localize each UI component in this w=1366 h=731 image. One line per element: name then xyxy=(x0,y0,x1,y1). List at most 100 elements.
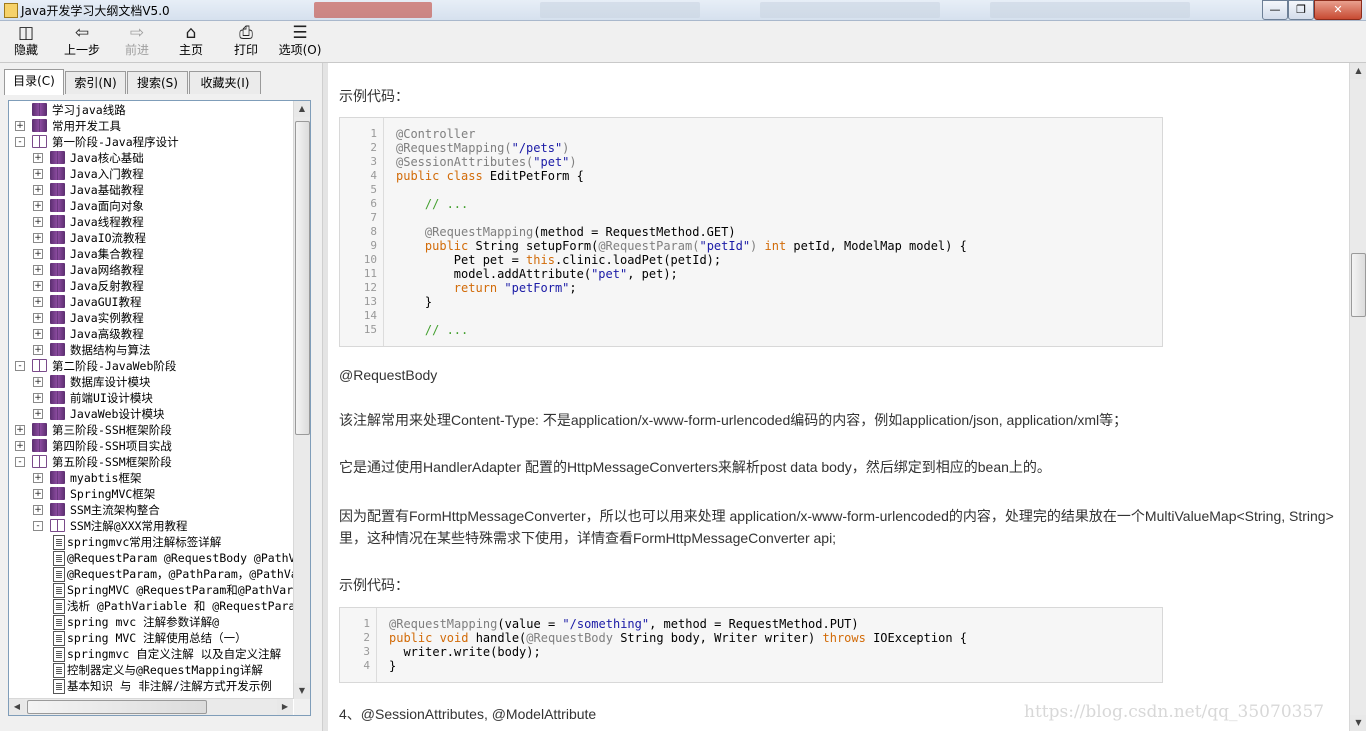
line-number: 4 xyxy=(370,169,377,182)
code-line: model.addAttribute("pet", pet); xyxy=(396,267,678,281)
tab-favorites[interactable]: 收藏夹(I) xyxy=(189,71,261,94)
tree-hscroll-thumb[interactable] xyxy=(27,700,207,714)
tree-item-label: 基本知识 与 非注解/注解方式开发示例 xyxy=(67,679,272,693)
app-icon xyxy=(4,3,18,18)
back-button[interactable]: ⇦ 上一步 xyxy=(57,23,107,61)
print-button[interactable]: ⎙ 打印 xyxy=(222,23,270,61)
code-line: writer.write(body); xyxy=(389,645,541,659)
expand-icon[interactable]: + xyxy=(33,409,43,419)
expand-icon[interactable]: + xyxy=(15,121,25,131)
minimize-button[interactable]: — xyxy=(1262,0,1288,20)
tab-search[interactable]: 搜索(S) xyxy=(127,71,188,94)
tree-item-label: Java高级教程 xyxy=(70,327,144,341)
book-icon xyxy=(50,231,65,244)
expand-icon[interactable]: + xyxy=(15,441,25,451)
page-icon xyxy=(53,679,65,694)
tree-vertical-scrollbar[interactable]: ▲ ▼ xyxy=(293,101,310,699)
expand-icon[interactable]: + xyxy=(33,329,43,339)
forward-button[interactable]: ⇨ 前进 xyxy=(113,23,161,61)
tree-item-label: SSM注解@XXX常用教程 xyxy=(70,519,188,533)
options-button[interactable]: ☰ 选项(O) xyxy=(276,23,324,61)
expand-icon[interactable]: + xyxy=(33,489,43,499)
page-icon xyxy=(53,535,65,550)
book-icon xyxy=(50,295,65,308)
collapse-icon[interactable]: - xyxy=(15,457,25,467)
maximize-button[interactable]: ❐ xyxy=(1288,0,1314,20)
expand-icon[interactable]: + xyxy=(33,169,43,179)
tree-item-label: Java基础教程 xyxy=(70,183,144,197)
expand-icon[interactable]: + xyxy=(33,345,43,355)
book-icon xyxy=(50,375,65,388)
page-icon xyxy=(53,615,65,630)
scroll-right-icon[interactable]: ▶ xyxy=(277,699,293,715)
toolbar: ◫ 隐藏 ⇦ 上一步 ⇨ 前进 ⌂ 主页 ⎙ 打印 ☰ 选项(O) xyxy=(0,21,1366,63)
line-number: 15 xyxy=(363,323,377,336)
line-number: 12 xyxy=(363,281,377,294)
open-book-icon xyxy=(32,359,47,372)
tree-item-label: 常用开发工具 xyxy=(52,119,121,133)
tab-contents[interactable]: 目录(C) xyxy=(4,69,64,95)
code-block: 1 2 3 4 5 6 7 8 9 10 11 12 13 14 15 @Controller @Reques… xyxy=(339,117,1163,347)
book-icon xyxy=(50,247,65,260)
line-number-gutter: 1234 xyxy=(340,608,377,682)
scroll-up-icon[interactable]: ▲ xyxy=(294,101,310,117)
expand-icon[interactable]: + xyxy=(33,185,43,195)
expand-icon[interactable]: + xyxy=(33,153,43,163)
open-book-icon xyxy=(32,455,47,468)
expand-icon[interactable]: + xyxy=(33,297,43,307)
line-number: 1 xyxy=(370,127,377,140)
line-number: 11 xyxy=(363,267,377,280)
book-icon xyxy=(50,183,65,196)
content-vertical-scrollbar[interactable]: ▲ ▼ xyxy=(1349,63,1366,731)
expand-icon[interactable]: + xyxy=(33,313,43,323)
line-number: 3 xyxy=(363,645,370,658)
page-icon xyxy=(53,599,65,614)
expand-icon[interactable]: + xyxy=(33,377,43,387)
tree-item-label: 第五阶段-SSM框架阶段 xyxy=(52,455,172,469)
tree-item-label: SSM主流架构整合 xyxy=(70,503,160,517)
collapse-icon[interactable]: - xyxy=(15,137,25,147)
expand-icon[interactable]: + xyxy=(33,217,43,227)
expand-icon[interactable]: + xyxy=(33,249,43,259)
expand-icon[interactable]: + xyxy=(33,505,43,515)
tree-item-label: 学习java线路 xyxy=(52,103,126,117)
tree-item-label: 前端UI设计模块 xyxy=(70,391,153,405)
close-button[interactable]: ✕ xyxy=(1314,0,1362,20)
expand-icon[interactable]: + xyxy=(33,233,43,243)
code-line: public class EditPetForm { xyxy=(396,169,584,183)
tab-index[interactable]: 索引(N) xyxy=(65,71,126,94)
page-icon xyxy=(53,647,65,662)
code-block: 1234 @RequestMapping(value = "/something… xyxy=(339,607,1163,683)
tree-item-label: myabtis框架 xyxy=(70,471,142,485)
expand-icon[interactable]: + xyxy=(33,281,43,291)
book-icon xyxy=(32,119,47,132)
book-icon xyxy=(50,311,65,324)
contents-tree-panel: 学习java线路 + 常用开发工具 - 第一阶段-Java程序设计 + Java核心基础 + J… xyxy=(8,100,311,716)
content-scroll-thumb[interactable] xyxy=(1351,253,1366,317)
tree-item-label: 控制器定义与@RequestMapping详解 xyxy=(67,663,263,677)
scroll-down-icon[interactable]: ▼ xyxy=(294,683,310,699)
tree-item-label: 第四阶段-SSH项目实战 xyxy=(52,439,172,453)
page-icon xyxy=(53,631,65,646)
expand-icon[interactable]: + xyxy=(33,265,43,275)
scroll-up-icon[interactable]: ▲ xyxy=(1350,63,1366,79)
tree-horizontal-scrollbar[interactable]: ◀ ▶ xyxy=(9,698,293,715)
options-icon: ☰ xyxy=(292,23,308,43)
tree-scroll-thumb[interactable] xyxy=(295,121,310,435)
expand-icon[interactable]: + xyxy=(15,425,25,435)
navigation-tabs: 目录(C) 索引(N) 搜索(S) 收藏夹(I) xyxy=(4,69,320,95)
expand-icon[interactable]: + xyxy=(33,473,43,483)
scroll-left-icon[interactable]: ◀ xyxy=(9,699,25,715)
collapse-icon[interactable]: - xyxy=(15,361,25,371)
tree-item-label: 第二阶段-JavaWeb阶段 xyxy=(52,359,177,373)
scroll-down-icon[interactable]: ▼ xyxy=(1350,715,1366,731)
tree-item-label: Java实例教程 xyxy=(70,311,144,325)
section-heading: 4、@SessionAttributes, @ModelAttribute xyxy=(339,706,597,722)
hide-button[interactable]: ◫ 隐藏 xyxy=(2,23,50,61)
home-button[interactable]: ⌂ 主页 xyxy=(167,23,215,61)
tree-item-label: Java入门教程 xyxy=(70,167,144,181)
collapse-icon[interactable]: - xyxy=(33,521,43,531)
expand-icon[interactable]: + xyxy=(33,201,43,211)
expand-icon[interactable]: + xyxy=(33,393,43,403)
book-icon xyxy=(50,151,65,164)
